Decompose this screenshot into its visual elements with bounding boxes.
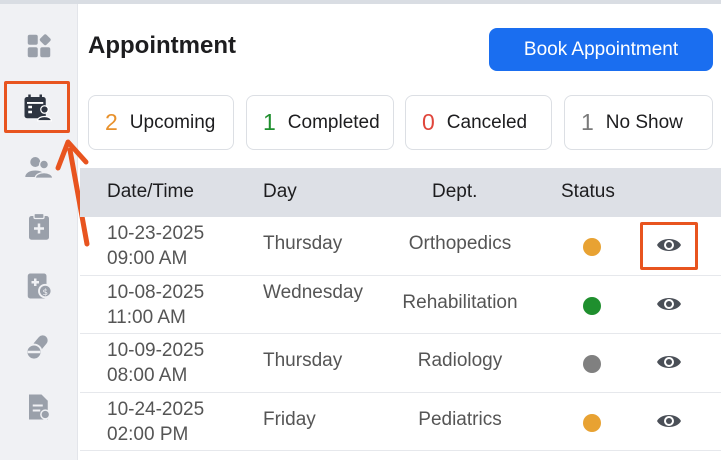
datetime-cell: 10-08-2025 11:00 AM <box>107 280 204 330</box>
dept-cell: Radiology <box>417 350 503 371</box>
dept-cell: Orthopedics <box>408 233 512 254</box>
table-row[interactable]: 10-09-2025 08:00 AM Thursday Radiology <box>80 334 721 393</box>
appointments-table: Date/Time Day Dept. Status 10-23-2025 09… <box>80 168 721 451</box>
table-header: Date/Time Day Dept. Status <box>80 168 721 217</box>
day-cell: Friday <box>263 408 316 430</box>
header-status: Status <box>561 181 615 202</box>
book-appointment-button[interactable]: Book Appointment <box>489 28 713 71</box>
status-dot <box>583 413 601 432</box>
stat-label: No Show <box>605 111 683 133</box>
stat-count: 2 <box>105 109 118 135</box>
stat-count: 1 <box>263 109 276 135</box>
stat-count: 0 <box>422 109 435 135</box>
time-text: 11:00 AM <box>107 306 186 328</box>
time-text: 02:00 PM <box>107 423 189 445</box>
stat-label: Completed <box>287 111 380 133</box>
dashboard-icon[interactable] <box>21 28 57 64</box>
header-datetime: Date/Time <box>107 181 194 202</box>
page-title: Appointment <box>88 32 236 59</box>
document-icon[interactable] <box>21 389 57 425</box>
view-eye-icon[interactable] <box>654 410 684 432</box>
dept-cell: Rehabilitation <box>402 291 518 313</box>
stat-label: Canceled <box>446 111 528 133</box>
day-cell: Wednesday <box>263 281 363 303</box>
datetime-cell: 10-24-2025 02:00 PM <box>107 397 204 447</box>
svg-text:$: $ <box>42 288 48 298</box>
time-text: 09:00 AM <box>107 248 188 269</box>
day-cell: Thursday <box>263 350 343 371</box>
stat-count: 1 <box>581 109 594 135</box>
view-eye-icon[interactable] <box>654 293 684 315</box>
table-row[interactable]: 10-24-2025 02:00 PM Friday Pediatrics <box>80 393 721 451</box>
calendar-user-icon[interactable] <box>4 81 70 133</box>
table-row[interactable]: 10-08-2025 11:00 AM Wednesday Rehabilita… <box>80 276 721 334</box>
stat-completed[interactable]: 1 Completed <box>246 95 394 150</box>
users-icon[interactable] <box>21 149 57 185</box>
status-dot <box>583 355 601 373</box>
billing-icon[interactable]: $ <box>21 268 57 304</box>
status-dot <box>583 238 601 256</box>
table-row[interactable]: 10-23-2025 09:00 AM Thursday Orthopedics <box>80 217 721 276</box>
pills-icon[interactable] <box>21 329 57 365</box>
datetime-cell: 10-23-2025 09:00 AM <box>107 221 204 271</box>
dept-cell: Pediatrics <box>418 408 502 430</box>
header-dept: Dept. <box>432 181 478 202</box>
time-text: 08:00 AM <box>107 365 188 386</box>
datetime-cell: 10-09-2025 08:00 AM <box>107 338 204 388</box>
day-cell: Thursday <box>263 233 343 254</box>
stat-upcoming[interactable]: 2 Upcoming <box>88 95 234 150</box>
date-text: 10-24-2025 <box>107 398 205 420</box>
date-text: 10-08-2025 <box>107 281 205 303</box>
stat-canceled[interactable]: 0 Canceled <box>405 95 552 150</box>
view-eye-icon[interactable] <box>654 351 684 373</box>
date-text: 10-09-2025 <box>107 340 205 361</box>
clipboard-plus-icon[interactable] <box>21 208 57 244</box>
view-eye-icon[interactable] <box>654 234 684 256</box>
top-divider <box>0 0 721 4</box>
sidebar: $ <box>0 4 78 460</box>
stat-label: Upcoming <box>129 111 216 133</box>
date-text: 10-23-2025 <box>107 223 205 244</box>
status-dot <box>583 296 601 315</box>
stat-no-show[interactable]: 1 No Show <box>564 95 713 150</box>
header-day: Day <box>263 181 297 202</box>
